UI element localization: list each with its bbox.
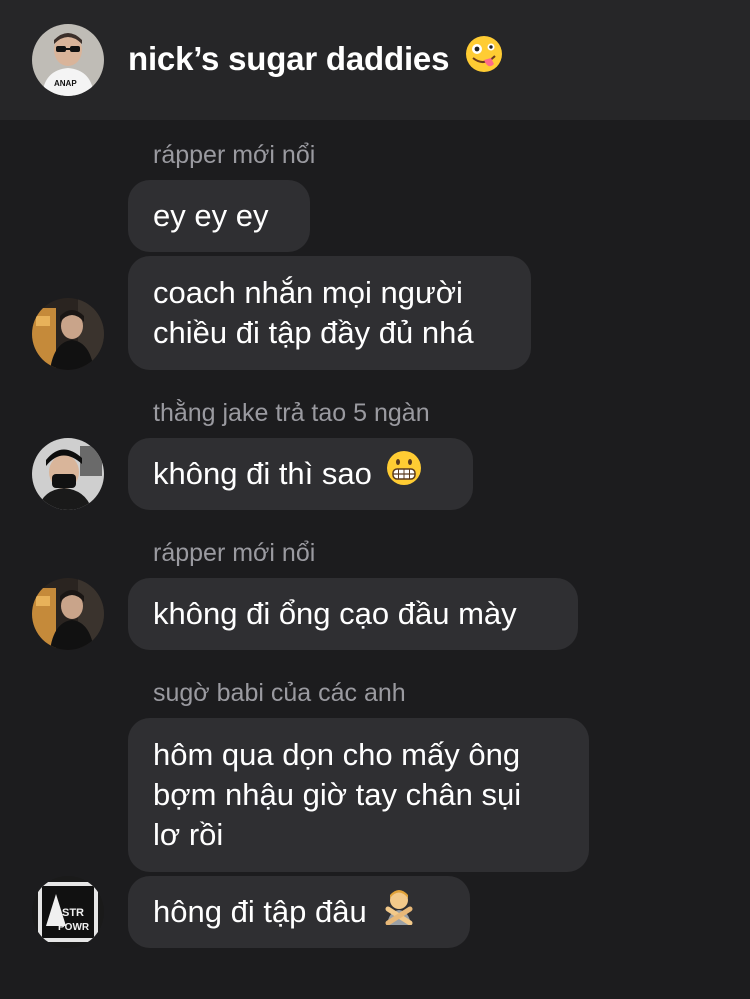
message-bubble[interactable]: coach nhắn mọi người chiều đi tập đầy đủ… xyxy=(128,256,531,370)
avatar[interactable] xyxy=(32,298,104,370)
chat-title[interactable]: nick’s sugar daddies xyxy=(128,36,504,82)
message-bubble[interactable]: ey ey ey xyxy=(128,180,310,252)
svg-text:STR: STR xyxy=(62,907,84,919)
svg-text:POWR: POWR xyxy=(58,922,90,933)
grimacing-face-icon xyxy=(381,450,423,497)
message-bubble[interactable]: không đi thì sao xyxy=(128,438,473,510)
message-text: không đi thì sao xyxy=(153,456,372,491)
message-text: bợm nhậu giờ tay chân sụi xyxy=(153,777,522,812)
avatar[interactable] xyxy=(32,438,104,510)
sender-name: rápper mới nổi xyxy=(153,141,316,169)
chat-header: ANAP nick’s sugar daddies xyxy=(0,0,750,120)
message-text: coach nhắn mọi người xyxy=(153,275,463,310)
message-text: hông đi tập đâu xyxy=(153,894,367,929)
message-text: lơ rồi xyxy=(153,817,224,852)
message-text-row: hông đi tập đâu xyxy=(153,889,445,935)
message-bubble[interactable]: không đi ổng cạo đầu mày xyxy=(128,578,578,650)
sender-name: rápper mới nổi xyxy=(153,539,316,567)
zany-face-icon xyxy=(458,36,504,82)
avatar[interactable]: STR POWR xyxy=(32,876,104,948)
person-gesturing-no-icon xyxy=(375,889,419,935)
sender-name: thằng jake trả tao 5 ngàn xyxy=(153,399,430,427)
message-bubble[interactable]: hôm qua dọn cho mấy ông bợm nhậu giờ tay… xyxy=(128,718,589,872)
message-bubble[interactable]: hông đi tập đâu xyxy=(128,876,470,948)
chat-title-text: nick’s sugar daddies xyxy=(128,40,450,77)
message-text: không đi ổng cạo đầu mày xyxy=(153,596,517,631)
group-avatar[interactable]: ANAP xyxy=(32,24,104,96)
message-text-row: không đi thì sao xyxy=(153,450,448,497)
sender-name: sugờ babi của các anh xyxy=(153,679,406,707)
message-text: hôm qua dọn cho mấy ông xyxy=(153,737,521,772)
avatar[interactable] xyxy=(32,578,104,650)
message-text: ey ey ey xyxy=(153,198,269,233)
message-text: chiều đi tập đầy đủ nhá xyxy=(153,315,474,350)
svg-text:ANAP: ANAP xyxy=(54,79,77,88)
